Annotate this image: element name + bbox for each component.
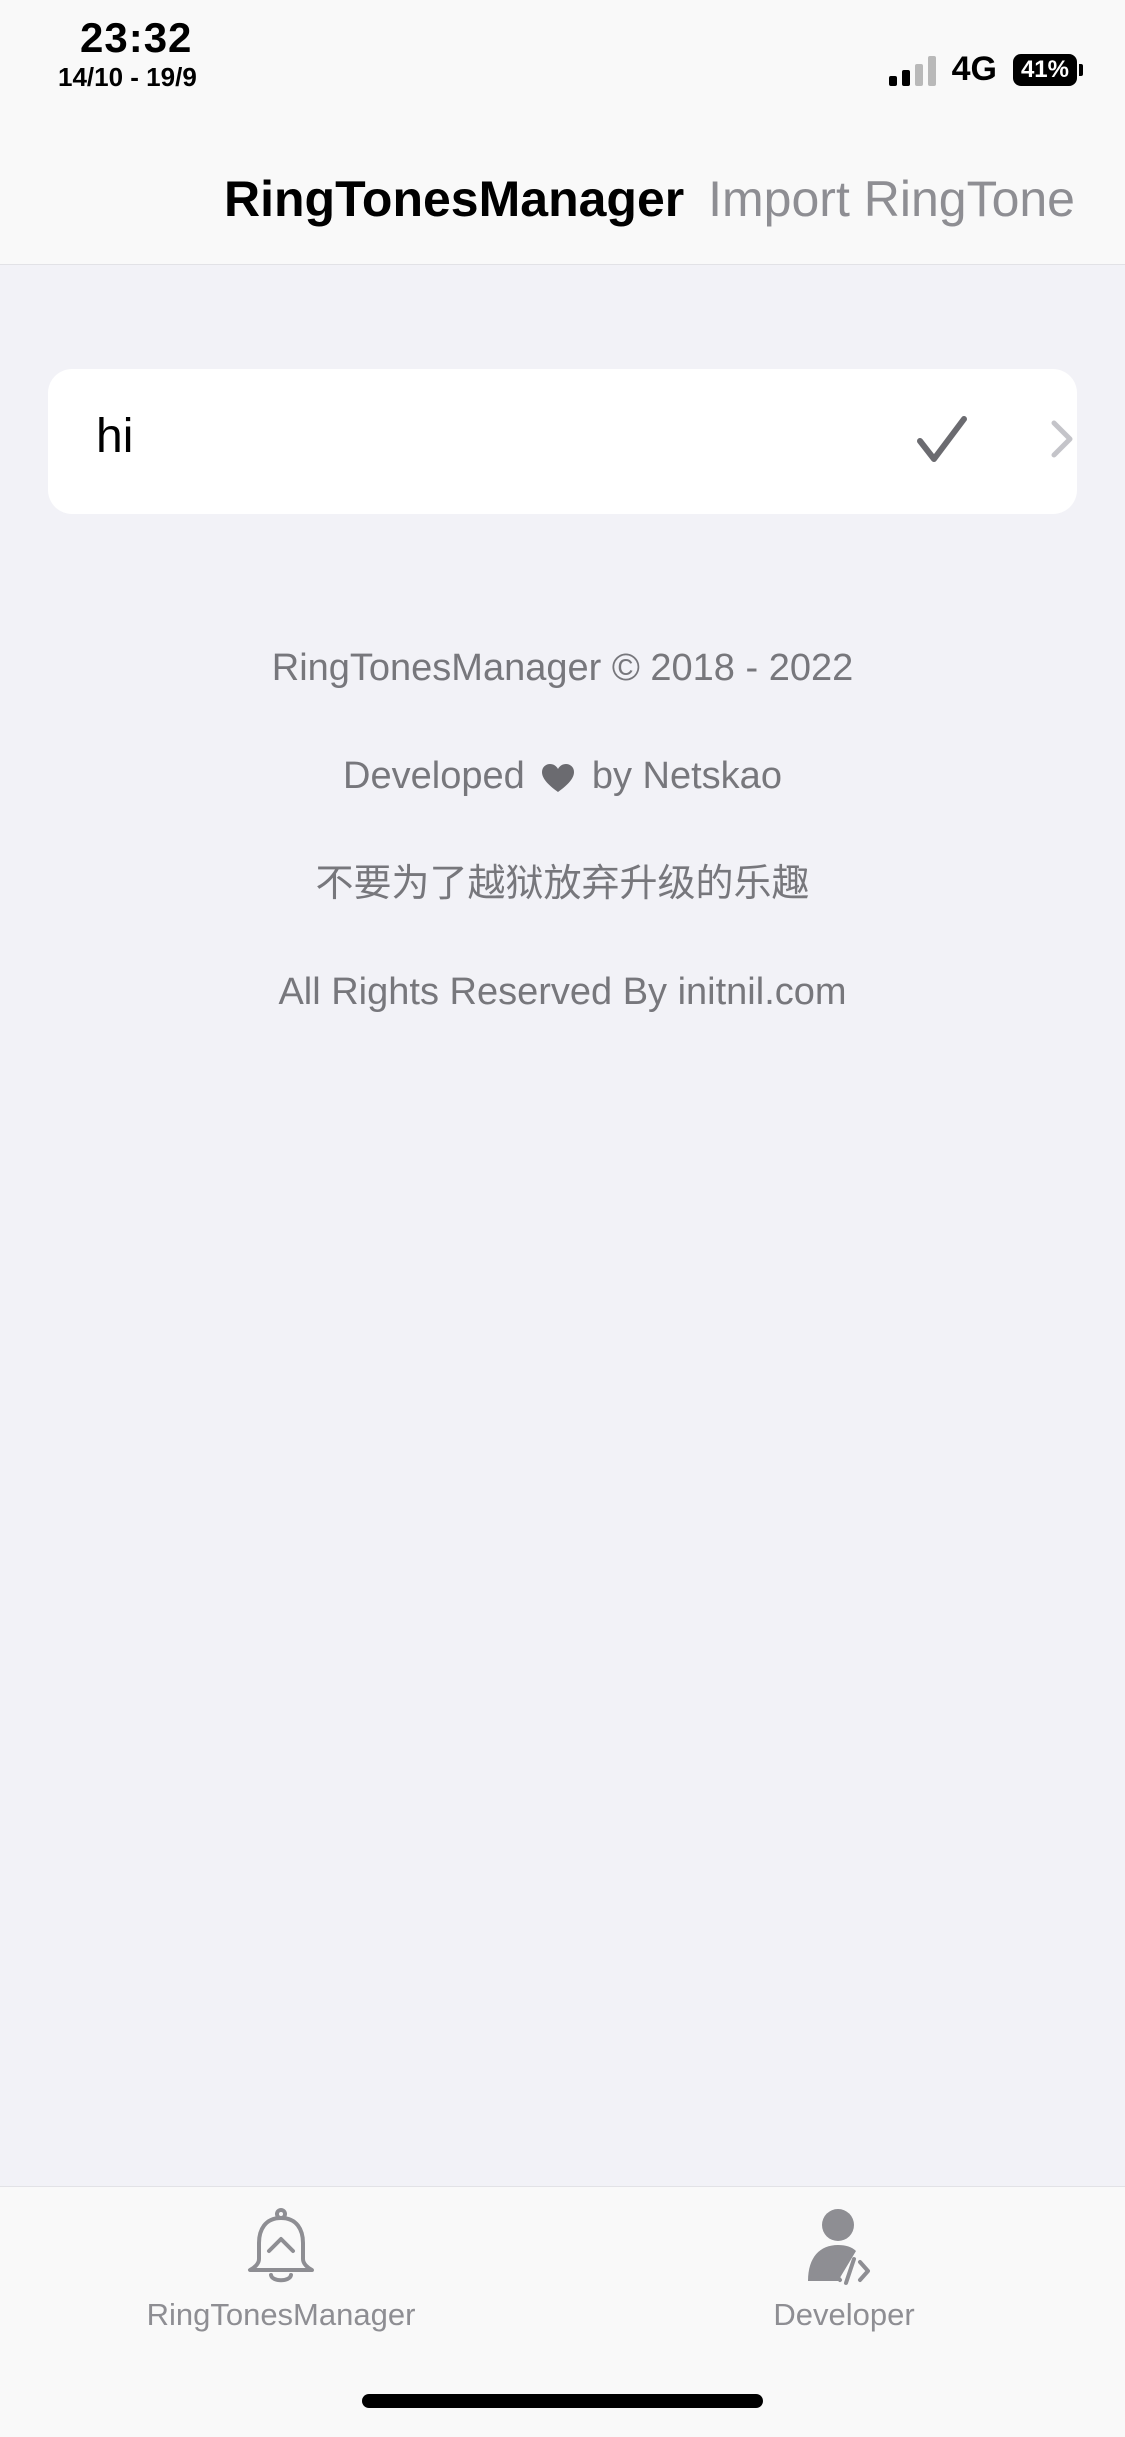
chevron-right-icon [1051,420,1073,458]
developed-by-text: Developed by Netskao [0,748,1125,856]
slogan-text: 不要为了越狱放弃升级的乐趣 [315,863,810,905]
home-indicator [362,2394,763,2408]
network-type: 4G [951,50,997,88]
status-bar: 23:32 14/10 - 19/9 4G 41% [0,0,1125,120]
developer-icon [808,2209,870,2285]
tab-label: Developer [773,2297,915,2332]
copyright-text: RingTonesManager © 2018 - 2022 [271,647,854,689]
tab-ringtonesmanager[interactable]: RingTonesManager [81,2207,481,2333]
status-date: 14/10 - 19/9 [58,62,197,92]
navigation-bar: RingTonesManager Import RingTone [0,120,1125,265]
ringtone-name: hi [96,410,134,463]
heart-icon [542,763,575,792]
page-title: RingTonesManager [224,171,685,227]
developed-suffix: by Netskao [591,755,782,797]
developed-prefix: Developed [343,755,525,797]
checkmark-icon [917,416,967,462]
status-indicators: 4G 41% [888,50,1083,89]
battery-icon: 41% [1012,53,1083,86]
rights-text: All Rights Reserved By initnil.com [278,971,847,1013]
list-item[interactable]: hi [48,369,1077,514]
status-time: 23:32 [80,14,193,61]
signal-icon [888,54,936,86]
ringtone-list: hi [48,369,1077,514]
import-ringtone-button[interactable]: Import RingTone [708,170,1075,228]
footer-info: RingTonesManager © 2018 - 2022 Developed… [0,640,1125,1072]
tab-label: RingTonesManager [146,2297,416,2332]
battery-level: 41% [1012,53,1077,86]
tab-developer[interactable]: Developer [644,2207,1044,2333]
bell-icon [248,2208,314,2283]
